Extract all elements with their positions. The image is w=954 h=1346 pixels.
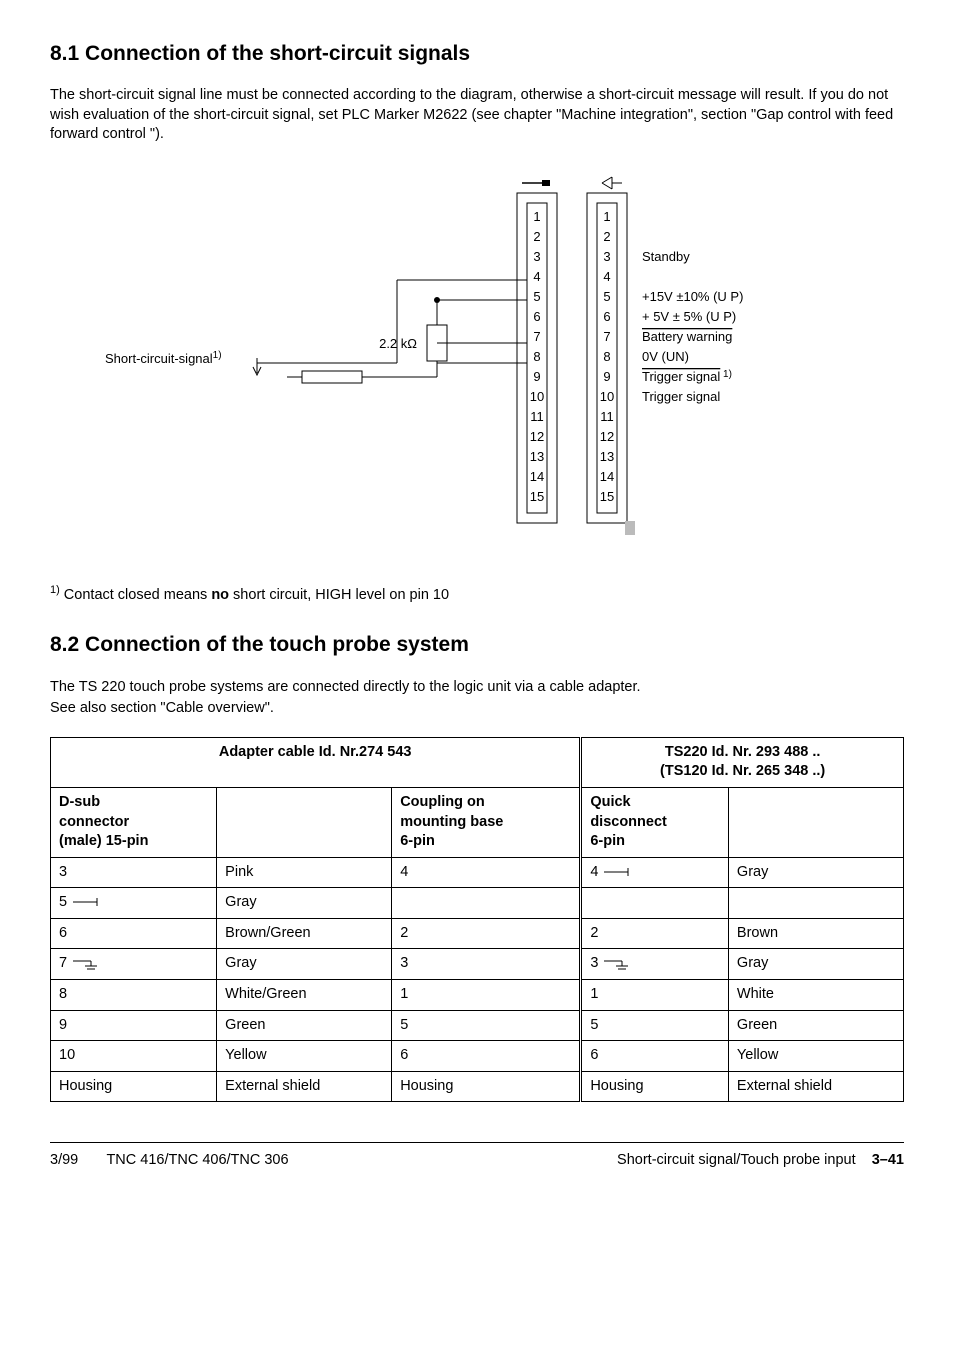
page-footer: 3/99 TNC 416/TNC 406/TNC 306 Short-circu… — [50, 1151, 904, 1171]
heading-8-2: 8.2 Connection of the touch probe system — [50, 631, 904, 659]
svg-text:6: 6 — [603, 309, 610, 324]
resistor-label: 2.2 kΩ — [379, 336, 417, 351]
table-row: 10Yellow66Yellow — [51, 1041, 904, 1072]
svg-text:9: 9 — [603, 369, 610, 384]
svg-text:1: 1 — [603, 209, 610, 224]
svg-text:4: 4 — [533, 269, 540, 284]
th-blank1 — [217, 788, 392, 858]
svg-text:Trigger signal 1): Trigger signal 1) — [642, 369, 732, 384]
table-row: 8White/Green11White — [51, 979, 904, 1010]
svg-text:1: 1 — [533, 209, 540, 224]
svg-text:4: 4 — [603, 269, 610, 284]
svg-text:2: 2 — [533, 229, 540, 244]
footer-rule — [50, 1142, 904, 1143]
svg-text:10: 10 — [530, 389, 544, 404]
table-row: HousingExternal shieldHousingHousingExte… — [51, 1071, 904, 1102]
svg-text:14: 14 — [530, 469, 544, 484]
heading-8-1: 8.1 Connection of the short-circuit sign… — [50, 40, 904, 68]
short-circuit-label: Short-circuit-signal1) — [105, 350, 222, 366]
svg-text:Trigger signal: Trigger signal — [642, 389, 720, 404]
svg-text:12: 12 — [600, 429, 614, 444]
th-blank2 — [728, 788, 903, 858]
svg-text:13: 13 — [530, 449, 544, 464]
th-coupling: Coupling onmounting base6-pin — [392, 788, 581, 858]
table-row: 3Pink44 Gray — [51, 857, 904, 888]
th-dsub: D-subconnector(male) 15-pin — [51, 788, 217, 858]
svg-text:6: 6 — [533, 309, 540, 324]
th-adapter: Adapter cable Id. Nr.274 543 — [51, 737, 581, 787]
th-ts220: TS220 Id. Nr. 293 488 .. (TS120 Id. Nr. … — [581, 737, 904, 787]
svg-text:11: 11 — [530, 409, 544, 424]
table-row: 6Brown/Green22Brown — [51, 918, 904, 949]
svg-text:15: 15 — [530, 489, 544, 504]
svg-text:0V (UN): 0V (UN) — [642, 349, 689, 364]
table-row: 9Green55Green — [51, 1010, 904, 1041]
svg-text:3: 3 — [603, 249, 610, 264]
svg-text:Battery warning: Battery warning — [642, 329, 732, 344]
svg-text:2: 2 — [603, 229, 610, 244]
svg-text:9: 9 — [533, 369, 540, 384]
diagram-8-1: 123456789101112131415 123456789101112131… — [50, 163, 904, 563]
cable-table: Adapter cable Id. Nr.274 543 TS220 Id. N… — [50, 737, 904, 1102]
para-8-2-a: The TS 220 touch probe systems are conne… — [50, 678, 904, 698]
svg-text:+ 5V ± 5% (U P): + 5V ± 5% (U P) — [642, 309, 736, 324]
para-8-2-b: See also section "Cable overview". — [50, 699, 904, 719]
svg-text:3: 3 — [533, 249, 540, 264]
table-row: 7 Gray33 Gray — [51, 949, 904, 980]
footnote-8-1: 1) Contact closed means no short circuit… — [50, 583, 904, 605]
svg-text:7: 7 — [603, 329, 610, 344]
svg-text:5: 5 — [603, 289, 610, 304]
svg-text:8: 8 — [533, 349, 540, 364]
svg-text:8: 8 — [603, 349, 610, 364]
svg-text:Standby: Standby — [642, 249, 690, 264]
svg-text:+15V ±10% (U P): +15V ±10% (U P) — [642, 289, 743, 304]
svg-text:15: 15 — [600, 489, 614, 504]
svg-text:5: 5 — [533, 289, 540, 304]
svg-text:7: 7 — [533, 329, 540, 344]
svg-text:12: 12 — [530, 429, 544, 444]
table-row: 5 Gray — [51, 888, 904, 919]
svg-text:11: 11 — [600, 409, 614, 424]
svg-text:14: 14 — [600, 469, 614, 484]
svg-text:13: 13 — [600, 449, 614, 464]
para-8-1: The short-circuit signal line must be co… — [50, 86, 904, 145]
svg-text:10: 10 — [600, 389, 614, 404]
th-quick: Quickdisconnect6-pin — [581, 788, 729, 858]
